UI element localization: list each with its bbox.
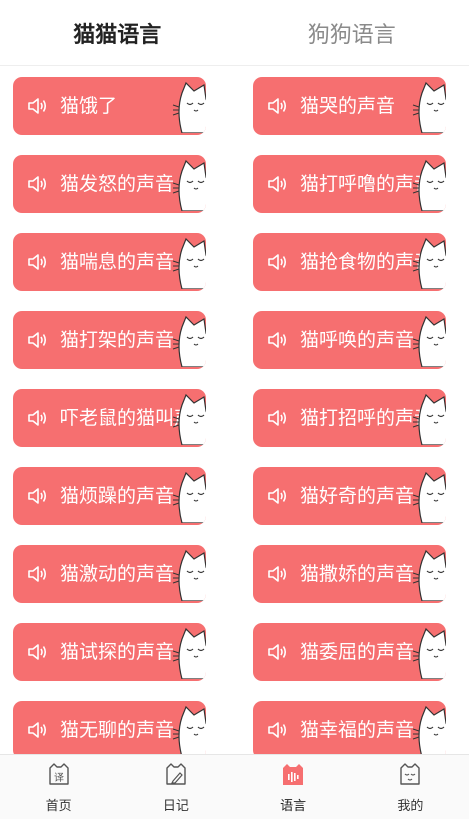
sound-card-label: 猫烦躁的声音 [60, 485, 175, 507]
sound-card[interactable]: 猫打呼噜的声音 [253, 155, 446, 213]
speaker-icon [28, 254, 47, 270]
sound-card-label: 猫打架的声音 [60, 329, 175, 351]
peeking-cat-icon [172, 549, 206, 601]
peeking-cat-icon [412, 237, 446, 289]
sound-card[interactable]: 猫撒娇的声音 [253, 545, 446, 603]
peeking-cat-icon [172, 237, 206, 289]
nav-label: 首页 [45, 799, 72, 814]
speaker-icon [28, 176, 47, 192]
sound-card[interactable]: 猫好奇的声音 [253, 467, 446, 525]
peeking-cat-icon [412, 81, 446, 133]
peeking-cat-icon [412, 549, 446, 601]
speaker-icon [268, 176, 287, 192]
sound-card[interactable]: 猫发怒的声音 [13, 155, 206, 213]
sound-card-label: 猫幸福的声音 [300, 719, 415, 741]
peeking-cat-icon [172, 471, 206, 523]
sound-card[interactable]: 猫幸福的声音 [253, 701, 446, 754]
peeking-cat-icon [412, 393, 446, 445]
speaker-icon [268, 566, 287, 582]
speaker-icon [28, 722, 47, 738]
speaker-icon [28, 332, 47, 348]
sound-card-label: 猫好奇的声音 [300, 485, 415, 507]
peeking-cat-icon [412, 471, 446, 523]
nav-item-home[interactable]: 译 首页 [0, 755, 117, 819]
sound-card-label: 猫呼唤的声音 [300, 329, 415, 351]
speaker-icon [268, 644, 287, 660]
speaker-icon [268, 410, 287, 426]
sound-card[interactable]: 吓老鼠的猫叫声 [13, 389, 206, 447]
nav-label: 日记 [162, 799, 189, 814]
speaker-icon [28, 410, 47, 426]
sound-card[interactable]: 猫喘息的声音 [13, 233, 206, 291]
nav-item-mine[interactable]: 我的 [352, 755, 469, 819]
nav-label: 语言 [280, 799, 307, 814]
sound-card[interactable]: 猫委屈的声音 [253, 623, 446, 681]
sound-card[interactable]: 猫试探的声音 [13, 623, 206, 681]
nav-label: 我的 [397, 799, 424, 814]
sound-card[interactable]: 猫打架的声音 [13, 311, 206, 369]
peeking-cat-icon [412, 705, 446, 754]
sound-card-label: 猫激动的声音 [60, 563, 175, 585]
translate-icon: 译 [48, 763, 69, 785]
sound-card[interactable]: 猫饿了 [13, 77, 206, 135]
diary-icon [166, 763, 186, 785]
sound-card[interactable]: 猫呼唤的声音 [253, 311, 446, 369]
sound-card-grid: 猫饿了 猫哭的声音 猫发怒的声音 猫打呼噜的声音 猫喘息的声音 猫抢食物的声音 … [0, 66, 469, 754]
cat-face-icon [400, 763, 421, 785]
sound-card[interactable]: 猫打招呼的声音 [253, 389, 446, 447]
top-tab-bar: 猫猫语言 狗狗语言 [0, 0, 469, 66]
sound-card-label: 猫发怒的声音 [60, 173, 175, 195]
peeking-cat-icon [172, 705, 206, 754]
sound-card-label: 猫撒娇的声音 [300, 563, 415, 585]
peeking-cat-icon [412, 159, 446, 211]
sound-card[interactable]: 猫烦躁的声音 [13, 467, 206, 525]
sound-card-label: 猫委屈的声音 [300, 641, 415, 663]
speaker-icon [268, 98, 287, 114]
sound-wave-icon [283, 764, 304, 785]
sound-card-label: 猫无聊的声音 [60, 719, 175, 741]
sound-card[interactable]: 猫无聊的声音 [13, 701, 206, 754]
speaker-icon [268, 332, 287, 348]
speaker-icon [28, 566, 47, 582]
speaker-icon [268, 254, 287, 270]
peeking-cat-icon [412, 315, 446, 367]
sound-card-label: 猫试探的声音 [60, 641, 175, 663]
speaker-icon [28, 98, 47, 114]
tab-cat-language[interactable]: 猫猫语言 [0, 17, 235, 49]
peeking-cat-icon [412, 627, 446, 679]
sound-card[interactable]: 猫激动的声音 [13, 545, 206, 603]
peeking-cat-icon [172, 159, 206, 211]
peeking-cat-icon [172, 393, 206, 445]
bottom-nav: 译 首页 日记 语言 我的 [0, 754, 469, 819]
sound-card-label: 猫饿了 [60, 95, 118, 117]
speaker-icon [28, 488, 47, 504]
speaker-icon [268, 488, 287, 504]
nav-item-language[interactable]: 语言 [235, 755, 352, 819]
peeking-cat-icon [172, 315, 206, 367]
speaker-icon [28, 644, 47, 660]
nav-item-diary[interactable]: 日记 [117, 755, 234, 819]
sound-card[interactable]: 猫抢食物的声音 [253, 233, 446, 291]
translate-icon-text: 译 [54, 772, 64, 784]
peeking-cat-icon [172, 627, 206, 679]
tab-dog-language[interactable]: 狗狗语言 [235, 17, 469, 49]
sound-card-label: 猫喘息的声音 [60, 251, 175, 273]
peeking-cat-icon [172, 81, 206, 133]
speaker-icon [268, 722, 287, 738]
sound-card-label: 猫哭的声音 [300, 95, 396, 117]
sound-card[interactable]: 猫哭的声音 [253, 77, 446, 135]
